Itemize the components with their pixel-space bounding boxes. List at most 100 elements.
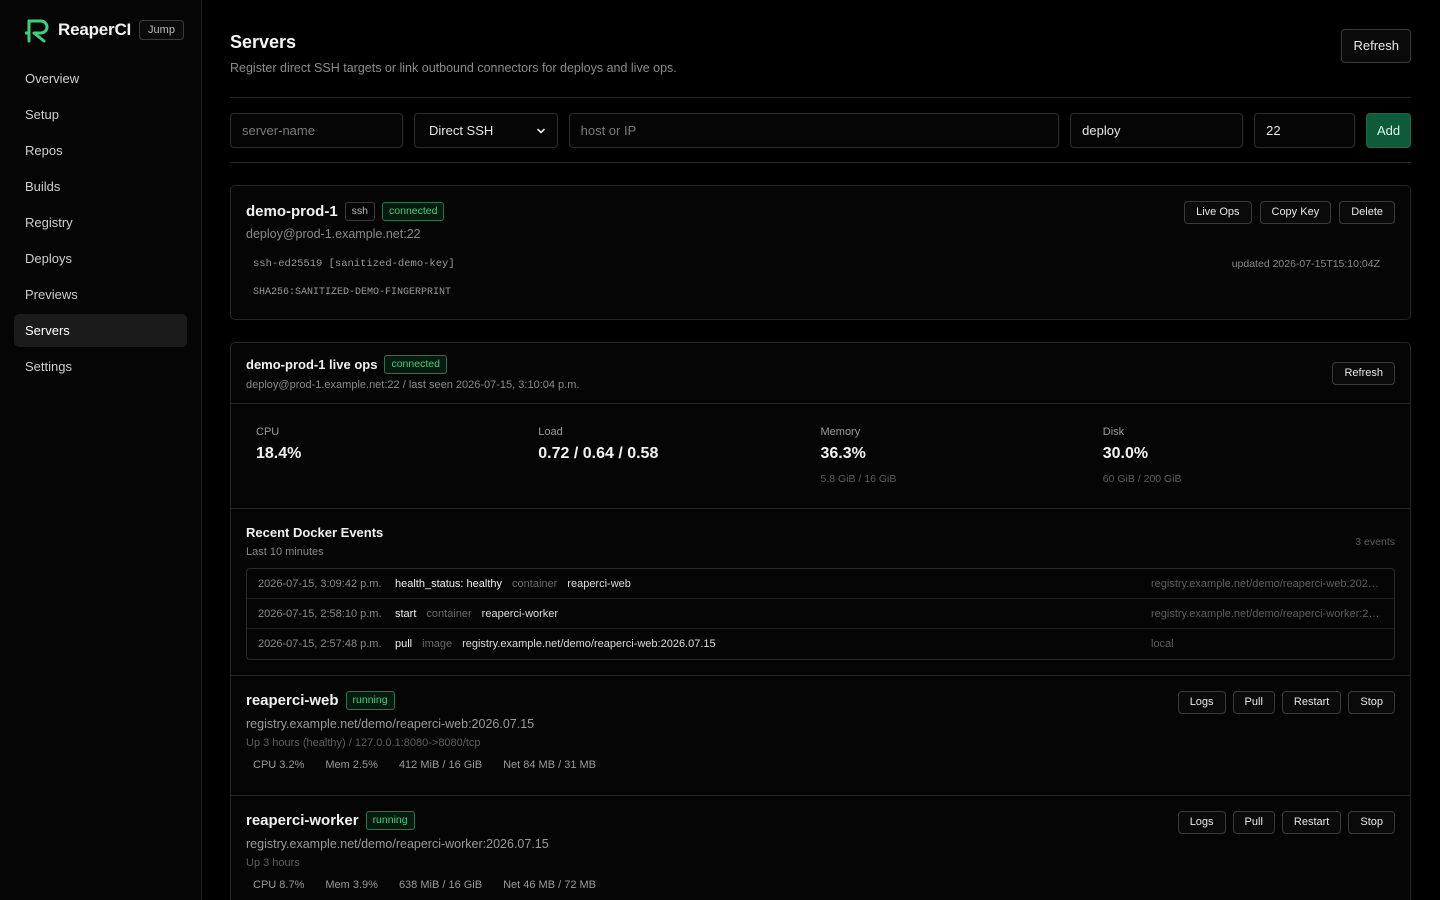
- metric-value: 18.4%: [256, 445, 302, 462]
- container-cpu: CPU 8.7%: [253, 879, 305, 891]
- add-button[interactable]: Add: [1366, 113, 1411, 148]
- event-time: 2026-07-15, 2:58:10 p.m.: [258, 607, 382, 620]
- metric-memory: Memory 36.3% 5.8 GiB / 16 GiB: [821, 426, 1103, 486]
- docker-events: Recent Docker Events Last 10 minutes 3 e…: [231, 509, 1410, 676]
- metric-value: 36.3%: [820, 445, 866, 462]
- app: ReaperCI Jump Overview Setup Repos Build…: [0, 0, 1440, 900]
- sidebar-item-registry[interactable]: Registry: [14, 206, 187, 239]
- server-card: demo-prod-1 ssh connected deploy@prod-1.…: [230, 185, 1411, 320]
- container-row: reaperci-web running registry.example.ne…: [231, 676, 1410, 796]
- events-title: Recent Docker Events: [246, 525, 384, 540]
- server-type-tag: ssh: [344, 202, 376, 221]
- event-target: reaperci-worker: [481, 607, 559, 620]
- metric-label: Memory: [820, 426, 861, 438]
- server-name-input[interactable]: [230, 113, 403, 148]
- sidebar-item-overview[interactable]: Overview: [14, 62, 187, 95]
- metric-label: Disk: [1102, 426, 1125, 438]
- page-subtitle: Register direct SSH targets or link outb…: [230, 61, 677, 75]
- sidebar-item-deploys[interactable]: Deploys: [14, 242, 187, 275]
- container-mem-abs: 638 MiB / 16 GiB: [398, 879, 483, 891]
- pull-button[interactable]: Pull: [1232, 811, 1275, 834]
- stop-button[interactable]: Stop: [1348, 691, 1395, 714]
- sidebar-item-builds[interactable]: Builds: [14, 170, 187, 203]
- sidebar-item-servers[interactable]: Servers: [14, 314, 187, 347]
- live-ops-meta: deploy@prod-1.example.net:22 / last seen…: [246, 379, 580, 391]
- delete-button[interactable]: Delete: [1339, 201, 1395, 224]
- container-status-badge: running: [365, 811, 415, 830]
- stop-button[interactable]: Stop: [1348, 811, 1395, 834]
- logs-button[interactable]: Logs: [1177, 691, 1226, 714]
- container-net: Net 84 MB / 31 MB: [503, 759, 597, 771]
- restart-button[interactable]: Restart: [1281, 811, 1342, 834]
- server-actions: Live Ops Copy Key Delete: [1184, 201, 1395, 224]
- container-net: Net 46 MB / 72 MB: [503, 879, 597, 891]
- server-updated: updated 2026-07-15T15:10:04Z: [1231, 258, 1380, 270]
- chevron-down-icon: [536, 128, 545, 133]
- sidebar-item-repos[interactable]: Repos: [14, 134, 187, 167]
- brand-name: ReaperCI: [58, 20, 132, 39]
- reaperci-logo-icon: [24, 19, 49, 43]
- copy-key-button[interactable]: Copy Key: [1259, 201, 1332, 224]
- live-ops-status-badge: connected: [384, 355, 447, 374]
- ssh-key: ssh-ed25519 [sanitized-demo-key]: [253, 258, 455, 270]
- event-action: start: [395, 607, 417, 620]
- table-row: 2026-07-15, 2:58:10 p.m. start container…: [247, 599, 1394, 629]
- container-uptime: Up 3 hours (healthy) / 127.0.0.1:8080->8…: [246, 737, 481, 749]
- container-cpu: CPU 3.2%: [253, 759, 305, 771]
- live-ops-header: demo-prod-1 live ops connected deploy@pr…: [231, 343, 1410, 404]
- logs-button[interactable]: Logs: [1177, 811, 1226, 834]
- port-input[interactable]: [1254, 113, 1356, 148]
- container-uptime: Up 3 hours: [246, 857, 300, 869]
- container-stats: CPU 3.2% Mem 2.5% 412 MiB / 16 GiB Net 8…: [246, 759, 1395, 771]
- metric-sub: 60 GiB / 200 GiB: [1102, 473, 1182, 485]
- container-mem-abs: 412 MiB / 16 GiB: [398, 759, 483, 771]
- sidebar-item-settings[interactable]: Settings: [14, 350, 187, 383]
- event-time: 2026-07-15, 2:57:48 p.m.: [258, 638, 382, 650]
- event-image: registry.example.net/demo/reaperci-web:2…: [1151, 577, 1383, 590]
- event-image: registry.example.net/demo/reaperci-worke…: [1151, 607, 1383, 620]
- server-type-select[interactable]: Direct SSH: [414, 113, 558, 148]
- table-row: 2026-07-15, 2:57:48 p.m. pull image regi…: [247, 629, 1394, 659]
- event-image: local: [1151, 638, 1174, 650]
- event-action: health_status: healthy: [395, 577, 503, 590]
- main-content: Servers Register direct SSH targets or l…: [202, 0, 1440, 900]
- container-image: registry.example.net/demo/reaperci-worke…: [246, 837, 549, 851]
- user-input[interactable]: [1070, 113, 1244, 148]
- status-badge: connected: [382, 202, 445, 221]
- restart-button[interactable]: Restart: [1281, 691, 1342, 714]
- container-status-badge: running: [345, 691, 395, 710]
- live-ops-button[interactable]: Live Ops: [1184, 201, 1252, 224]
- host-metrics: CPU 18.4% Load 0.72 / 0.64 / 0.58 Memory…: [231, 404, 1410, 509]
- live-ops-refresh-button[interactable]: Refresh: [1332, 362, 1395, 385]
- host-input[interactable]: [568, 113, 1060, 148]
- sidebar-nav: Overview Setup Repos Builds Registry Dep…: [14, 62, 187, 383]
- metric-disk: Disk 30.0% 60 GiB / 200 GiB: [1103, 426, 1385, 486]
- event-target: registry.example.net/demo/reaperci-web:2…: [462, 638, 716, 650]
- metric-load: Load 0.72 / 0.64 / 0.58: [538, 426, 820, 486]
- ssh-fingerprint: SHA256:SANITIZED-DEMO-FINGERPRINT: [253, 287, 452, 298]
- metric-label: Load: [538, 426, 563, 438]
- event-time: 2026-07-15, 3:09:42 p.m.: [258, 577, 382, 590]
- container-mem: Mem 2.5%: [325, 759, 378, 771]
- pull-button[interactable]: Pull: [1232, 691, 1275, 714]
- sidebar-item-setup[interactable]: Setup: [14, 98, 187, 131]
- container-stats: CPU 8.7% Mem 3.9% 638 MiB / 16 GiB Net 4…: [246, 879, 1395, 891]
- server-address: deploy@prod-1.example.net:22: [246, 227, 421, 241]
- metric-value: 30.0%: [1102, 445, 1149, 462]
- page-header: Servers Register direct SSH targets or l…: [230, 29, 1411, 98]
- event-kind: image: [422, 638, 453, 650]
- events-count: 3 events: [1355, 535, 1395, 548]
- refresh-button[interactable]: Refresh: [1341, 29, 1411, 63]
- container-name: reaperci-web: [246, 692, 339, 709]
- event-kind: container: [426, 607, 472, 620]
- server-type-value: Direct SSH: [429, 123, 494, 138]
- table-row: 2026-07-15, 3:09:42 p.m. health_status: …: [247, 569, 1394, 599]
- event-action: pull: [395, 638, 413, 650]
- metric-sub: 5.8 GiB / 16 GiB: [820, 473, 897, 485]
- sidebar-item-previews[interactable]: Previews: [14, 278, 187, 311]
- brand: ReaperCI Jump: [24, 16, 187, 44]
- live-ops-card: demo-prod-1 live ops connected deploy@pr…: [230, 342, 1411, 900]
- container-actions: Logs Pull Restart Stop: [1177, 691, 1395, 714]
- events-table: 2026-07-15, 3:09:42 p.m. health_status: …: [246, 568, 1395, 660]
- jump-button[interactable]: Jump: [139, 20, 184, 40]
